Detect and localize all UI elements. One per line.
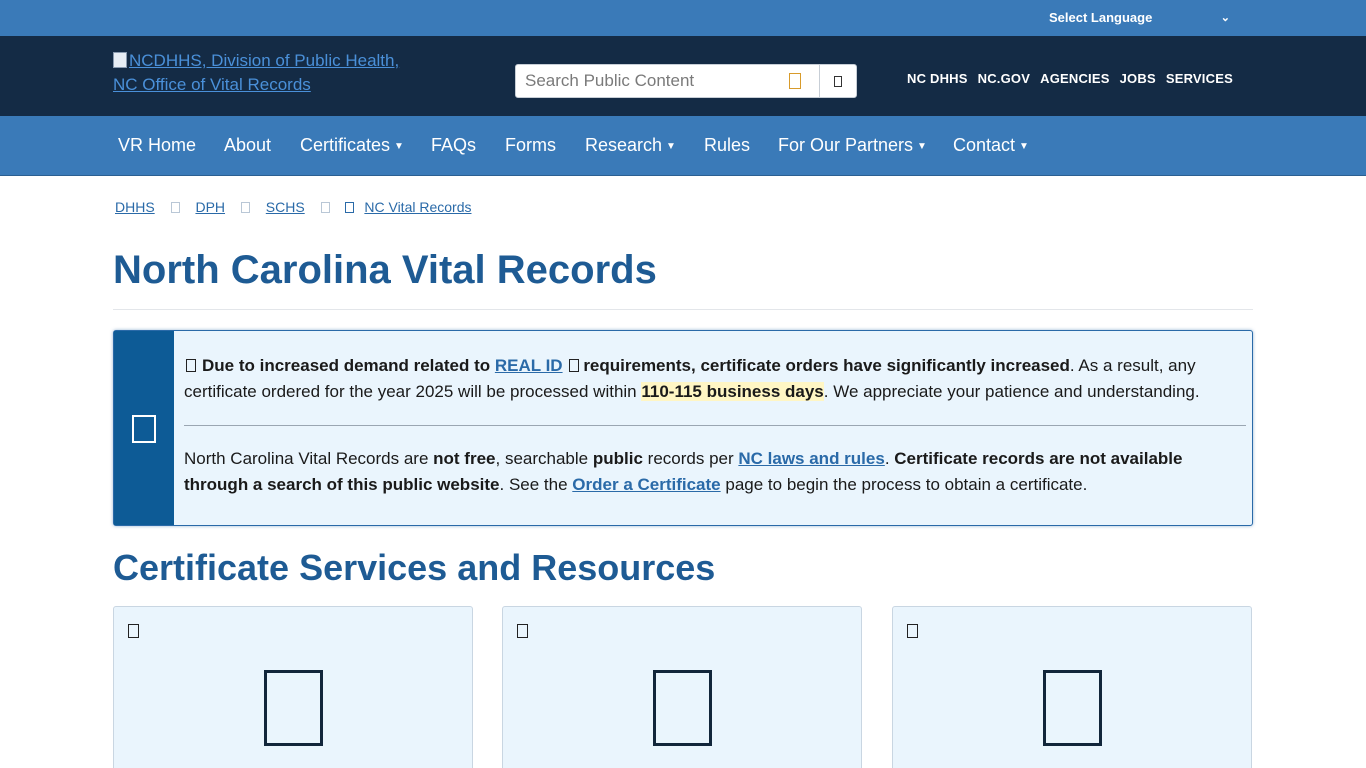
alert-paragraph-demand: Due to increased demand related to REAL … <box>184 353 1246 405</box>
chevron-right-icon <box>240 202 250 213</box>
info-icon <box>132 415 156 443</box>
breadcrumb-link-nc-vital-records[interactable]: NC Vital Records <box>364 199 471 215</box>
external-link-icon <box>569 359 580 372</box>
caret-down-icon: ▼ <box>394 141 404 152</box>
alert-text: records per <box>647 449 734 468</box>
nav-item-research[interactable]: Research ▼ <box>585 116 676 175</box>
service-card-1[interactable] <box>113 606 473 768</box>
breadcrumb-link-schs[interactable]: SCHS <box>266 199 305 215</box>
nav-label: Rules <box>704 135 751 155</box>
main-nav: VR Home About Certificates ▼ FAQs Forms R… <box>0 116 1366 176</box>
alert-text: , searchable <box>495 449 589 468</box>
search-box: Search Public Content <box>515 64 857 98</box>
caret-down-icon: ▼ <box>1019 141 1029 152</box>
nav-item-about[interactable]: About <box>224 116 271 175</box>
alert-divider <box>184 425 1246 426</box>
order-certificate-link[interactable]: Order a Certificate <box>572 475 720 494</box>
alert-bold-text: not free <box>433 449 496 468</box>
alert-text: . See the <box>499 475 568 494</box>
chevron-right-icon <box>320 202 330 213</box>
search-icon[interactable] <box>834 76 842 87</box>
nav-item-contact[interactable]: Contact ▼ <box>953 116 1029 175</box>
nav-item-forms[interactable]: Forms <box>505 116 556 175</box>
breadcrumb: DHHS DPH SCHS NC Vital Records <box>115 199 472 215</box>
real-id-link[interactable]: REAL ID <box>495 356 563 375</box>
search-divider <box>819 65 820 97</box>
nav-item-faqs[interactable]: FAQs <box>431 116 476 175</box>
nav-label: Contact <box>953 135 1016 155</box>
util-link-nc-gov[interactable]: NC.GOV <box>978 70 1030 88</box>
nav-label: Certificates <box>300 135 391 155</box>
breadcrumb-link-dph[interactable]: DPH <box>195 199 225 215</box>
nav-item-vr-home[interactable]: VR Home <box>118 116 196 175</box>
nav-label: FAQs <box>431 135 477 155</box>
alert-bold-text: public <box>592 449 643 468</box>
search-input[interactable]: Search Public Content <box>525 65 694 97</box>
nav-item-certificates[interactable]: Certificates ▼ <box>300 116 404 175</box>
alert-bold-text: Due to increased demand related to <box>202 356 491 375</box>
language-select-label: Select Language <box>1049 10 1153 25</box>
site-logo-link[interactable]: NCDHHS, Division of Public Health, NC Of… <box>113 49 403 97</box>
caret-down-icon: ▼ <box>666 141 676 152</box>
nav-label: For Our Partners <box>778 135 914 155</box>
alert-text: page to begin the process to obtain a ce… <box>725 475 1088 494</box>
caret-down-icon: ▼ <box>917 141 927 152</box>
service-card-2[interactable] <box>502 606 862 768</box>
chevron-right-icon <box>170 202 180 213</box>
nav-label: Research <box>585 135 663 155</box>
home-icon <box>345 202 355 213</box>
nav-label: VR Home <box>118 135 197 155</box>
alert-text: . <box>884 449 890 468</box>
alert-text: North Carolina Vital Records are <box>184 449 429 468</box>
alert-body: Due to increased demand related to REAL … <box>184 353 1246 498</box>
language-bar: Select Language ⌄ <box>0 0 1366 36</box>
nav-label: About <box>224 135 272 155</box>
chevron-down-icon: ⌄ <box>1220 12 1230 24</box>
alert-paragraph-records: North Carolina Vital Records are not fre… <box>184 446 1246 498</box>
card-corner-icon <box>128 624 139 638</box>
site-header: NCDHHS, Division of Public Health, NC Of… <box>0 36 1366 116</box>
util-link-jobs[interactable]: JOBS <box>1120 70 1156 88</box>
page-title: North Carolina Vital Records <box>113 248 657 292</box>
processing-time-highlight: 110-115 business days <box>641 382 824 401</box>
nav-label: Forms <box>505 135 556 155</box>
title-divider <box>113 309 1253 310</box>
certificate-icon <box>1043 670 1102 746</box>
section-title: Certificate Services and Resources <box>113 547 716 588</box>
warning-icon <box>186 359 196 372</box>
card-corner-icon <box>907 624 918 638</box>
service-card-3[interactable] <box>892 606 1252 768</box>
alert-panel: Due to increased demand related to REAL … <box>113 330 1253 526</box>
card-corner-icon <box>517 624 528 638</box>
alert-text: . We appreciate your patience and unders… <box>823 382 1200 401</box>
alert-bold-text: requirements, certificate orders have si… <box>583 356 1070 375</box>
certificate-icon <box>653 670 712 746</box>
util-link-services[interactable]: SERVICES <box>1166 70 1233 88</box>
language-select[interactable]: Select Language ⌄ <box>1040 6 1238 30</box>
nav-item-for-our-partners[interactable]: For Our Partners ▼ <box>778 116 927 175</box>
utility-nav: NC DHHS NC.GOV AGENCIES JOBS SERVICES <box>907 70 1243 88</box>
util-link-agencies[interactable]: AGENCIES <box>1040 70 1110 88</box>
nav-item-rules[interactable]: Rules <box>704 116 750 175</box>
certificate-icon <box>264 670 323 746</box>
logo-alt-text: NCDHHS, Division of Public Health, NC Of… <box>113 51 400 94</box>
nc-laws-and-rules-link[interactable]: NC laws and rules <box>738 449 884 468</box>
breadcrumb-link-dhhs[interactable]: DHHS <box>115 199 155 215</box>
util-link-nc-dhhs[interactable]: NC DHHS <box>907 70 968 88</box>
broken-image-icon <box>113 52 127 68</box>
alert-sidebar <box>114 331 174 525</box>
microphone-icon[interactable] <box>789 73 801 89</box>
